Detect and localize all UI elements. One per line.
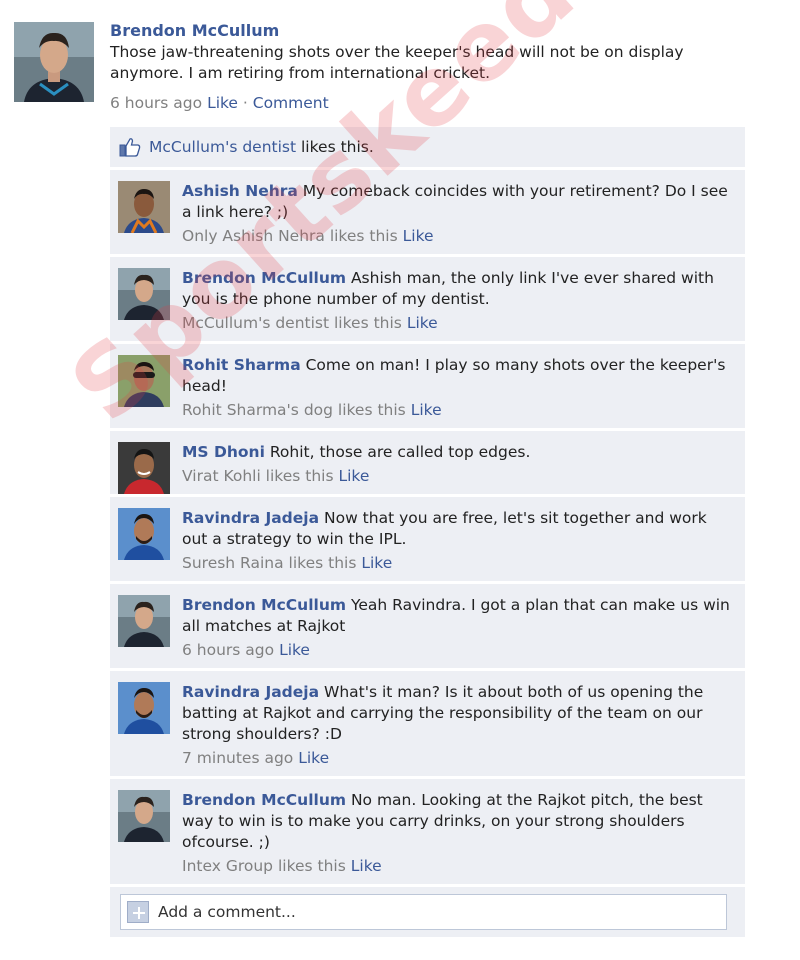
comment-author-link[interactable]: Brendon McCullum [182, 791, 346, 809]
add-comment-placeholder: Add a comment... [158, 903, 296, 921]
avatar[interactable] [118, 442, 170, 494]
comment-author-link[interactable]: Ashish Nehra [182, 182, 298, 200]
comment-meta: Intex Group likes this Like [182, 856, 735, 876]
avatar[interactable] [118, 355, 170, 407]
comment-item: Brendon McCullum Yeah Ravindra. I got a … [110, 584, 745, 671]
comment-item: Ravindra Jadeja What's it man? Is it abo… [110, 671, 745, 779]
avatar[interactable] [118, 508, 170, 560]
comment-meta-text: 6 hours ago [182, 641, 275, 659]
comment-meta-text: Intex Group likes this [182, 857, 346, 875]
post-text: Those jaw-threatening shots over the kee… [110, 43, 684, 82]
comment-meta: Virat Kohli likes this Like [182, 466, 735, 486]
comment-like-link[interactable]: Like [298, 749, 329, 767]
comment-meta-text: McCullum's dentist likes this [182, 314, 402, 332]
comment-text-block: Ashish Nehra My comeback coincides with … [182, 181, 735, 223]
comment-meta-text: 7 minutes ago [182, 749, 294, 767]
plus-icon [127, 901, 149, 923]
comment-meta: McCullum's dentist likes this Like [182, 313, 735, 333]
comment-like-link[interactable]: Like [351, 857, 382, 875]
comment-item: Rohit Sharma Come on man! I play so many… [110, 344, 745, 431]
comment-text-block: Brendon McCullum Ashish man, the only li… [182, 268, 735, 310]
post-timestamp[interactable]: 6 hours ago [110, 94, 202, 112]
avatar[interactable] [118, 181, 170, 233]
comment-like-link[interactable]: Like [407, 314, 438, 332]
add-comment-row: Add a comment... [110, 887, 745, 937]
likers-link[interactable]: McCullum's dentist [149, 138, 296, 156]
meta-separator: · [237, 94, 253, 112]
likes-bar: McCullum's dentist likes this. [110, 127, 745, 168]
comment-author-link[interactable]: Rohit Sharma [182, 356, 301, 374]
comment-meta: Rohit Sharma's dog likes this Like [182, 400, 735, 420]
comment-item: Ravindra Jadeja Now that you are free, l… [110, 497, 745, 584]
comment-meta: 7 minutes ago Like [182, 748, 735, 768]
avatar[interactable] [118, 682, 170, 734]
comment-item: Brendon McCullum No man. Looking at the … [110, 779, 745, 887]
comment-meta: Only Ashish Nehra likes this Like [182, 226, 735, 246]
comment-like-link[interactable]: Like [338, 467, 369, 485]
comment-item: Ashish Nehra My comeback coincides with … [110, 170, 745, 257]
comment-body: Rohit, those are called top edges. [269, 443, 531, 461]
comment-author-link[interactable]: MS Dhoni [182, 443, 265, 461]
likes-text: McCullum's dentist likes this. [149, 137, 374, 157]
comment-like-link[interactable]: Like [361, 554, 392, 572]
comment-meta-text: Virat Kohli likes this [182, 467, 334, 485]
thumbs-up-icon [119, 138, 141, 157]
comments-section: McCullum's dentist likes this. Ashish Ne… [110, 127, 745, 937]
comment-text-block: Brendon McCullum Yeah Ravindra. I got a … [182, 595, 735, 637]
add-comment-input[interactable]: Add a comment... [120, 894, 727, 930]
post-author-link[interactable]: Brendon McCullum [110, 20, 750, 42]
comment-author-link[interactable]: Ravindra Jadeja [182, 683, 319, 701]
comment-text-block: Ravindra Jadeja Now that you are free, l… [182, 508, 735, 550]
likes-suffix: likes this. [296, 138, 374, 156]
comment-meta-text: Only Ashish Nehra likes this [182, 227, 398, 245]
avatar[interactable] [118, 790, 170, 842]
comment-author-link[interactable]: Ravindra Jadeja [182, 509, 319, 527]
comment-item: Brendon McCullum Ashish man, the only li… [110, 257, 745, 344]
avatar[interactable] [14, 22, 94, 102]
comment-text-block: Brendon McCullum No man. Looking at the … [182, 790, 735, 853]
comment-meta-text: Suresh Raina likes this [182, 554, 357, 572]
comment-like-link[interactable]: Like [411, 401, 442, 419]
comment-like-link[interactable]: Like [403, 227, 434, 245]
post-comment-link[interactable]: Comment [253, 94, 329, 112]
comment-meta: Suresh Raina likes this Like [182, 553, 735, 573]
comment-meta-text: Rohit Sharma's dog likes this [182, 401, 406, 419]
comment-text-block: MS Dhoni Rohit, those are called top edg… [182, 442, 735, 463]
post-meta: 6 hours ago Like · Comment [110, 93, 750, 113]
comment-meta: 6 hours ago Like [182, 640, 735, 660]
comment-text-block: Rohit Sharma Come on man! I play so many… [182, 355, 735, 397]
comment-author-link[interactable]: Brendon McCullum [182, 269, 346, 287]
avatar[interactable] [118, 595, 170, 647]
avatar[interactable] [118, 268, 170, 320]
comment-item: MS Dhoni Rohit, those are called top edg… [110, 431, 745, 497]
comment-like-link[interactable]: Like [279, 641, 310, 659]
comment-author-link[interactable]: Brendon McCullum [182, 596, 346, 614]
post-like-link[interactable]: Like [207, 94, 238, 112]
comment-text-block: Ravindra Jadeja What's it man? Is it abo… [182, 682, 735, 745]
